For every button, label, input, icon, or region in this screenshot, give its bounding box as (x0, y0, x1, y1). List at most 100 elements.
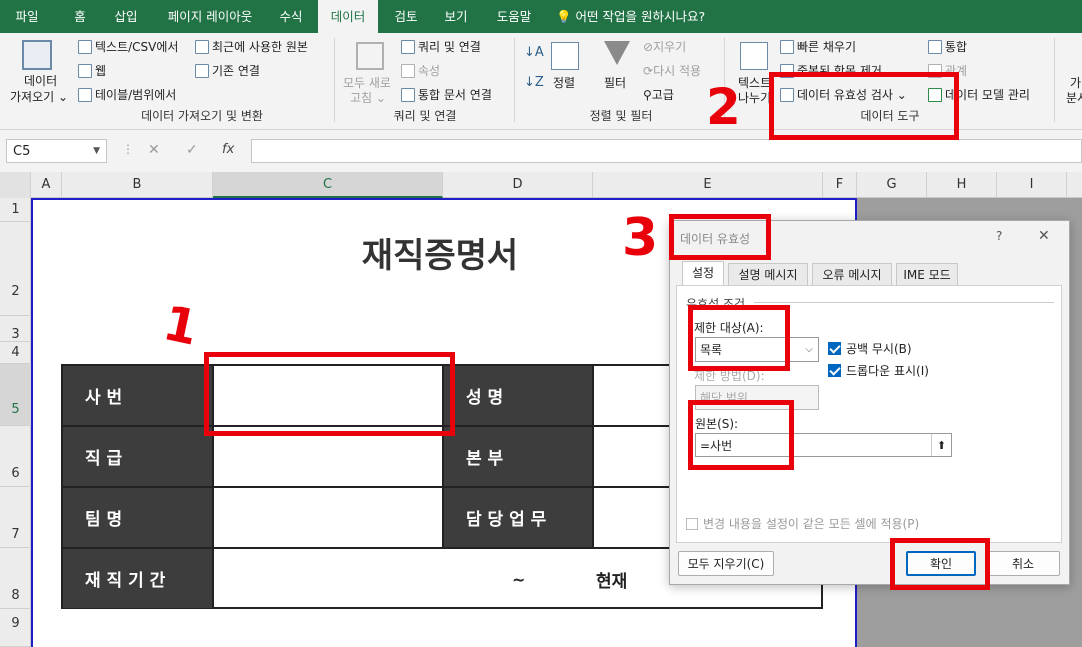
queries-connections-button[interactable]: 쿼리 및 연결 (401, 38, 481, 55)
sort-za-icon[interactable]: ↓Z (524, 75, 544, 90)
queries-icon (401, 39, 415, 54)
label-rank: 직 급 (62, 426, 213, 487)
checkbox-checked-icon (828, 364, 841, 377)
period-current: 현재 (596, 572, 628, 592)
source-label: 원본(S): (695, 417, 739, 431)
tab-page-layout[interactable]: 페이지 레이아웃 (156, 0, 264, 33)
reapply-button[interactable]: ⟳ 다시 적용 (643, 62, 701, 79)
tab-formulas[interactable]: 수식 (268, 0, 314, 33)
tab-review[interactable]: 검토 (384, 0, 428, 33)
column-header[interactable]: A (31, 172, 62, 198)
connection-icon (195, 63, 209, 78)
help-button[interactable]: ? (996, 229, 1002, 243)
relationships-button[interactable]: 관계 (928, 62, 967, 79)
get-data-button[interactable]: 데이터 (24, 72, 57, 89)
tab-help[interactable]: 도움말 (486, 0, 542, 33)
source-input[interactable]: =사번 (695, 433, 952, 457)
row-header[interactable]: 9 (0, 609, 31, 647)
cancel-button[interactable]: 취소 (986, 551, 1060, 576)
advanced-filter-button[interactable]: ⚲ 고급 (643, 86, 674, 103)
remove-duplicates-button[interactable]: 중복된 항목 제거 (780, 62, 882, 79)
column-header[interactable]: H (927, 172, 997, 198)
column-header[interactable]: F (823, 172, 857, 198)
group-queries-label: 쿼리 및 연결 (393, 109, 457, 123)
select-all-corner[interactable] (0, 172, 31, 198)
row-header[interactable]: 3 (0, 316, 31, 342)
recent-sources-button[interactable]: 최근에 사용한 원본 (195, 38, 308, 55)
row-header[interactable]: 8 (0, 548, 31, 609)
row-header[interactable]: 7 (0, 487, 31, 548)
row-headers: 1 2 3 4 5 6 7 8 9 (0, 198, 31, 647)
ignore-blank-checkbox[interactable]: 공백 무시(B) (828, 340, 912, 357)
column-header[interactable]: G (857, 172, 927, 198)
tab-insert[interactable]: 삽입 (106, 0, 146, 33)
web-button[interactable]: 웹 (78, 62, 106, 79)
tab-input-message[interactable]: 설명 메시지 (728, 263, 808, 285)
column-header[interactable]: C (213, 172, 443, 198)
sort-az-icon[interactable]: ↓A (524, 45, 544, 60)
data-validation-dialog: 데이터 유효성 ? ✕ 설정 설명 메시지 오류 메시지 IME 모드 유효성 … (669, 220, 1070, 585)
clear-filter-button[interactable]: ⊘ 지우기 (643, 38, 686, 55)
cell-c5-selected[interactable] (213, 365, 443, 426)
row-header[interactable]: 4 (0, 342, 31, 364)
tab-settings[interactable]: 설정 (682, 261, 724, 285)
tab-error-alert[interactable]: 오류 메시지 (812, 263, 892, 285)
existing-connections-button[interactable]: 기존 연결 (195, 62, 260, 79)
tab-data[interactable]: 데이터 (318, 0, 378, 33)
text-to-columns-label: 나누기 (738, 91, 772, 105)
tab-ime-mode[interactable]: IME 모드 (896, 263, 958, 285)
sort-button[interactable]: 정렬 (553, 74, 575, 91)
in-cell-dropdown-checkbox[interactable]: 드롭다운 표시(I) (828, 362, 929, 379)
clear-all-button[interactable]: 모두 지우기(C) (678, 551, 774, 576)
row-header[interactable]: 1 (0, 198, 31, 222)
column-header[interactable]: B (62, 172, 213, 198)
annotation-step-3: 3 (622, 208, 659, 268)
checkbox-checked-icon (828, 342, 841, 355)
flash-fill-icon (780, 39, 794, 54)
more-options-icon: ⋮ (122, 142, 134, 156)
checkbox-unchecked-icon (686, 517, 698, 530)
tab-view[interactable]: 보기 (434, 0, 478, 33)
cell-rank-value[interactable] (213, 426, 443, 487)
consolidate-button[interactable]: 통합 (928, 38, 967, 55)
data-select[interactable]: 해당 범위 (695, 385, 819, 410)
tab-file[interactable]: 파일 (5, 0, 49, 33)
row-header[interactable]: 6 (0, 426, 31, 487)
tab-home[interactable]: 홈 (58, 0, 102, 33)
close-button[interactable]: ✕ (1038, 228, 1050, 244)
column-header[interactable]: D (443, 172, 593, 198)
name-box[interactable]: C5 ▼ (6, 139, 107, 163)
criteria-heading: 유효성 조건 (686, 297, 746, 311)
properties-button[interactable]: 속성 (401, 62, 440, 79)
consolidate-icon (928, 39, 942, 54)
column-header[interactable]: I (997, 172, 1067, 198)
tell-me-box[interactable]: 💡 어떤 작업을 원하시나요? (556, 0, 726, 33)
column-header[interactable]: E (593, 172, 823, 198)
cancel-icon[interactable]: ✕ (148, 142, 160, 158)
ribbon-tab-bar: 파일 홈 삽입 페이지 레이아웃 수식 데이터 검토 보기 도움말 💡 어떤 작… (0, 0, 1082, 33)
ribbon-separator (514, 38, 515, 122)
row-header[interactable]: 5 (0, 364, 31, 426)
text-csv-button[interactable]: 텍스트/CSV에서 (78, 38, 178, 55)
filter-button[interactable]: 필터 (604, 74, 626, 91)
label-duty: 담 당 업 무 (443, 487, 593, 548)
data-validation-button[interactable]: 데이터 유효성 검사 ⌄ (780, 86, 907, 103)
edit-links-button[interactable]: 통합 문서 연결 (401, 86, 492, 103)
text-file-icon (78, 39, 92, 54)
filter-icon (604, 41, 630, 65)
data-model-button[interactable]: 데이터 모델 관리 (928, 86, 1030, 103)
table-range-button[interactable]: 테이블/범위에서 (78, 86, 176, 103)
cell-team-value[interactable] (213, 487, 443, 548)
function-icon[interactable]: fx (222, 142, 234, 157)
chevron-down-icon: ⌵ (805, 344, 813, 355)
ok-button[interactable]: 확인 (906, 551, 976, 576)
annotation-step-2: 2 (706, 78, 741, 136)
label-employment-period: 재 직 기 간 (62, 548, 213, 609)
row-header[interactable]: 2 (0, 222, 31, 316)
flash-fill-button[interactable]: 빠른 채우기 (780, 38, 856, 55)
apply-all-checkbox[interactable]: 변경 내용을 설정이 같은 모든 셀에 적용(P) (686, 515, 919, 532)
formula-input[interactable] (251, 139, 1082, 163)
column-headers: A B C D E F G H I (0, 172, 1082, 198)
collapse-dialog-icon[interactable]: ⬆ (931, 434, 951, 456)
enter-icon[interactable]: ✓ (186, 142, 198, 158)
